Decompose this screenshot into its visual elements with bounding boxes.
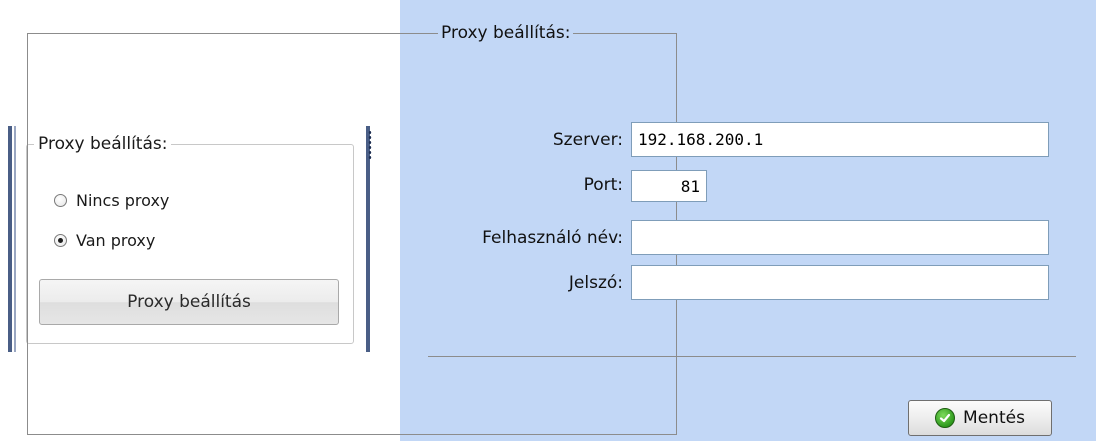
left-splitter-inner bbox=[14, 126, 16, 352]
password-input[interactable] bbox=[631, 265, 1049, 300]
port-label: Port: bbox=[583, 175, 623, 195]
username-label: Felhasználó név: bbox=[482, 228, 623, 248]
dialog-footer-separator bbox=[428, 356, 1076, 357]
save-button-label: Mentés bbox=[963, 408, 1025, 428]
port-input[interactable] bbox=[631, 170, 707, 202]
check-circle-icon bbox=[935, 408, 956, 428]
server-label: Szerver: bbox=[552, 130, 623, 150]
server-input[interactable] bbox=[631, 122, 1049, 157]
password-label: Jelszó: bbox=[568, 273, 623, 293]
username-input[interactable] bbox=[631, 220, 1049, 255]
left-splitter-bar bbox=[8, 126, 12, 352]
field-label-column: Szerver: Port: Felhasználó név: Jelszó: bbox=[428, 0, 623, 441]
save-button[interactable]: Mentés bbox=[908, 400, 1052, 436]
screenshot-root: Proxy beállítás: Nincs proxy Van proxy P… bbox=[0, 0, 1096, 441]
